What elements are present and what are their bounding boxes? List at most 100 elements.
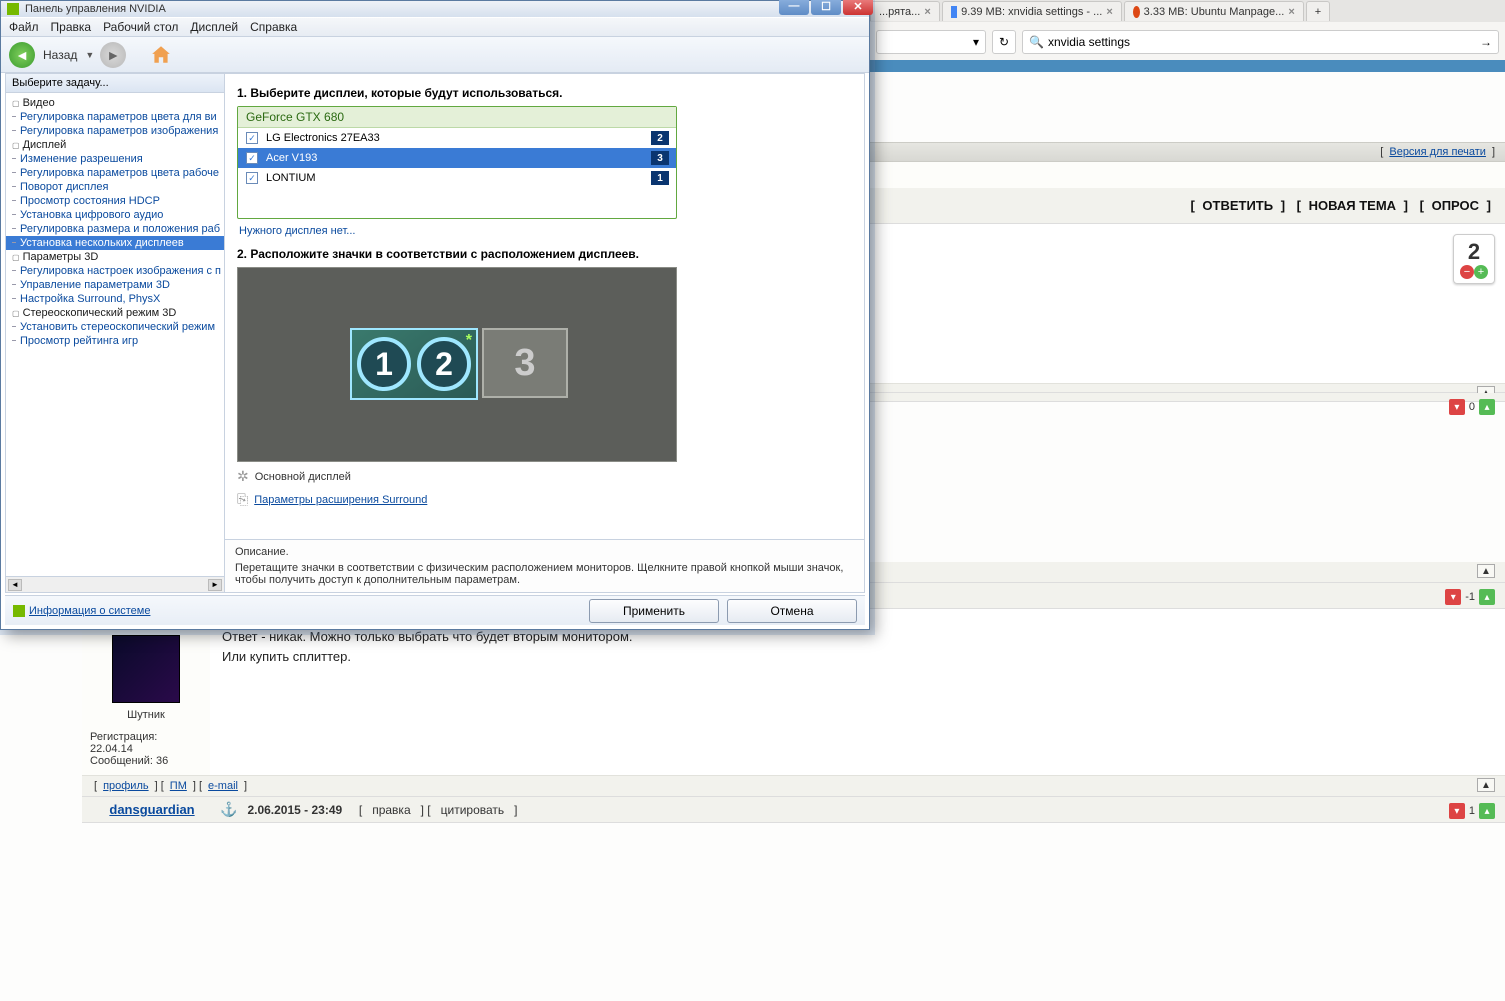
forward-button[interactable]: ► <box>100 42 126 68</box>
url-dropdown[interactable]: ▾ <box>876 30 986 54</box>
display-row-selected[interactable]: ✓ Acer V193 3 <box>238 148 676 168</box>
monitor-2[interactable]: 2 <box>417 337 471 391</box>
vote-score: 1 <box>1469 805 1475 817</box>
monitor-3[interactable]: 3 <box>482 328 568 398</box>
go-icon[interactable]: → <box>1480 35 1492 49</box>
tree-group-stereo[interactable]: Стереоскопический режим 3D <box>6 306 224 320</box>
vote-up-icon[interactable]: ▴ <box>1479 589 1495 605</box>
home-icon[interactable] <box>150 44 172 66</box>
browser-tab[interactable]: ...рята...× <box>870 1 940 21</box>
tree-group-video[interactable]: Видео <box>6 96 224 110</box>
browser-tab[interactable]: 9.39 MB: xnvidia settings - ...× <box>942 1 1122 21</box>
tree-item[interactable]: Регулировка параметров изображения <box>6 124 224 138</box>
profile-link[interactable]: профиль <box>103 780 149 792</box>
tree-item[interactable]: Регулировка параметров цвета для ви <box>6 110 224 124</box>
checkbox[interactable]: ✓ <box>246 132 258 144</box>
vote-down-icon[interactable]: ▾ <box>1449 399 1465 415</box>
tree-item-selected[interactable]: Установка нескольких дисплеев <box>6 236 224 250</box>
search-input[interactable] <box>1048 35 1476 49</box>
reply-button[interactable]: ОТВЕТИТЬ <box>1198 198 1277 213</box>
primary-legend: ✲Основной дисплей <box>237 468 852 485</box>
menu-desktop[interactable]: Рабочий стол <box>103 20 178 34</box>
menu-file[interactable]: Файл <box>9 20 39 34</box>
tree-item[interactable]: Регулировка размера и положения раб <box>6 222 224 236</box>
username-link[interactable]: dansguardian <box>94 802 210 817</box>
cancel-button[interactable]: Отмена <box>727 599 857 623</box>
search-icon: 🔍 <box>1029 35 1044 49</box>
tree-item[interactable]: Управление параметрами 3D <box>6 278 224 292</box>
tree-item[interactable]: Поворот дисплея <box>6 180 224 194</box>
close-icon[interactable]: × <box>1288 6 1294 18</box>
menu-help[interactable]: Справка <box>250 20 297 34</box>
display-arrangement[interactable]: 1 2 * 3 <box>237 267 677 462</box>
tree-item[interactable]: Просмотр рейтинга игр <box>6 334 224 348</box>
reload-button[interactable]: ↻ <box>992 30 1016 54</box>
scroll-left-icon[interactable]: ◄ <box>8 579 22 591</box>
tree-item[interactable]: Установить стереоскопический режим <box>6 320 224 334</box>
ubuntu-icon <box>1133 6 1140 18</box>
tree-item[interactable]: Регулировка настроек изображения с п <box>6 264 224 278</box>
checkbox[interactable]: ✓ <box>246 152 258 164</box>
vote-up-button[interactable]: + <box>1474 265 1488 279</box>
task-tree: Выберите задачу... Видео Регулировка пар… <box>5 73 225 593</box>
edit-link[interactable]: правка <box>372 803 410 817</box>
vote-down-button[interactable]: − <box>1460 265 1474 279</box>
tree-group-display[interactable]: Дисплей <box>6 138 224 152</box>
vote-up-icon[interactable]: ▴ <box>1479 399 1495 415</box>
checkbox[interactable]: ✓ <box>246 172 258 184</box>
pm-link[interactable]: ПМ <box>170 780 187 792</box>
new-topic-button[interactable]: НОВАЯ ТЕМА <box>1305 198 1400 213</box>
tree-item[interactable]: Установка цифрового аудио <box>6 208 224 222</box>
menu-display[interactable]: Дисплей <box>190 20 238 34</box>
scroll-up-button[interactable]: ▲ <box>1477 778 1495 792</box>
close-icon[interactable]: × <box>924 6 930 18</box>
vote-up-icon[interactable]: ▴ <box>1479 803 1495 819</box>
poll-button[interactable]: ОПРОС <box>1428 198 1483 213</box>
monitor-1[interactable]: 1 <box>357 337 411 391</box>
scroll-right-icon[interactable]: ► <box>208 579 222 591</box>
browser-navbar: ▾ ↻ 🔍 → <box>870 22 1505 62</box>
window-title: Панель управления NVIDIA <box>25 3 166 15</box>
menu-edit[interactable]: Правка <box>51 20 92 34</box>
google-icon <box>951 6 957 18</box>
browser-tab[interactable]: 3.33 MB: Ubuntu Manpage...× <box>1124 1 1304 21</box>
tree-item[interactable]: Изменение разрешения <box>6 152 224 166</box>
maximize-button[interactable]: ☐ <box>811 0 841 15</box>
chevron-down-icon[interactable]: ▼ <box>85 50 94 60</box>
monitor-group[interactable]: 1 2 * <box>350 328 478 400</box>
email-link[interactable]: e-mail <box>208 780 238 792</box>
surround-link[interactable]: Параметры расширения Surround <box>254 494 427 506</box>
display-row[interactable]: ✓ LG Electronics 27EA33 2 <box>238 128 676 148</box>
post-text: Или купить сплиттер. <box>222 647 1493 667</box>
tree-item[interactable]: Регулировка параметров цвета рабоче <box>6 166 224 180</box>
close-icon[interactable]: × <box>1106 6 1112 18</box>
new-tab-button[interactable]: + <box>1306 1 1330 21</box>
tree-item[interactable]: Просмотр состояния HDCP <box>6 194 224 208</box>
primary-star-icon: * <box>466 332 472 350</box>
apply-button[interactable]: Применить <box>589 599 719 623</box>
search-box[interactable]: 🔍 → <box>1022 30 1499 54</box>
display-name: LONTIUM <box>266 172 316 184</box>
user-msgcount: Сообщений: 36 <box>90 755 202 767</box>
quote-link[interactable]: цитировать <box>441 803 505 817</box>
minimize-button[interactable]: — <box>779 0 809 15</box>
scroll-up-button[interactable]: ▲ <box>1477 564 1495 578</box>
post-footer-links: [ профиль ] [ ПМ ] [ e-mail ] ▲ <box>82 776 1505 797</box>
vote-down-icon[interactable]: ▾ <box>1449 803 1465 819</box>
nvidia-icon <box>7 3 19 15</box>
anchor-icon[interactable]: ⚓ <box>220 801 237 818</box>
close-button[interactable]: ✕ <box>843 0 873 15</box>
system-info-link[interactable]: Информация о системе <box>13 605 150 617</box>
print-link[interactable]: Версия для печати <box>1389 146 1486 158</box>
avatar <box>112 635 180 703</box>
tree-item[interactable]: Настройка Surround, PhysX <box>6 292 224 306</box>
display-row[interactable]: ✓ LONTIUM 1 <box>238 168 676 188</box>
missing-display-link[interactable]: Нужного дисплея нет... <box>237 219 357 243</box>
vote-down-icon[interactable]: ▾ <box>1445 589 1461 605</box>
tree-group-3d[interactable]: Параметры 3D <box>6 250 224 264</box>
score-value: 2 <box>1460 239 1488 265</box>
horizontal-scrollbar[interactable]: ◄ ► <box>6 576 224 592</box>
display-list: GeForce GTX 680 ✓ LG Electronics 27EA33 … <box>237 106 677 219</box>
titlebar[interactable]: Панель управления NVIDIA <box>1 1 869 17</box>
back-button[interactable]: ◄ <box>9 42 35 68</box>
